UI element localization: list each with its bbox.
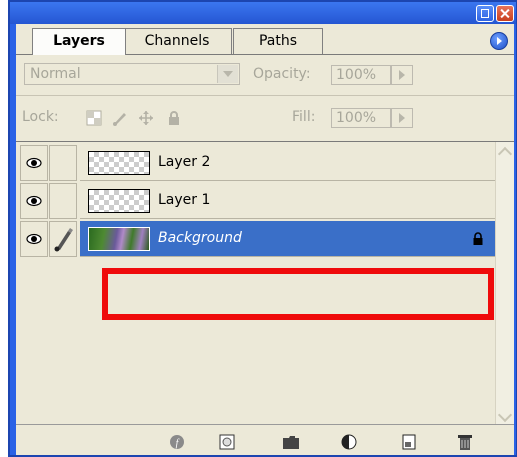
- tab-layers[interactable]: Layers: [32, 28, 126, 55]
- opacity-field[interactable]: 100%: [331, 65, 391, 85]
- layer-body[interactable]: Layer 1: [80, 183, 496, 219]
- lock-transparent-icon[interactable]: [86, 110, 102, 126]
- fill-field[interactable]: 100%: [331, 108, 391, 128]
- mask-icon[interactable]: [218, 433, 236, 451]
- layer-body[interactable]: Layer 2: [80, 145, 496, 181]
- link-cell[interactable]: [49, 221, 77, 257]
- layer-row-background[interactable]: Background: [16, 220, 496, 258]
- paintbrush-icon: [54, 228, 73, 252]
- opacity-slider-button[interactable]: [391, 65, 413, 85]
- trash-icon[interactable]: [456, 433, 474, 451]
- eye-icon: [26, 157, 42, 169]
- visibility-toggle[interactable]: [20, 145, 48, 181]
- fill-label: Fill:: [292, 109, 316, 125]
- link-cell[interactable]: [49, 145, 77, 181]
- layer-name: Layer 2: [158, 154, 211, 170]
- layer-style-icon[interactable]: f: [168, 433, 186, 451]
- blend-mode-select[interactable]: Normal: [24, 63, 240, 85]
- layer-list-scrollbar[interactable]: [495, 142, 514, 425]
- lock-move-icon[interactable]: [138, 110, 154, 126]
- chevron-down-icon[interactable]: [217, 65, 238, 83]
- fill-slider-button[interactable]: [391, 108, 413, 128]
- palette-menu-icon[interactable]: [490, 32, 508, 50]
- lock-label: Lock:: [22, 109, 59, 125]
- tab-channels[interactable]: Channels: [122, 28, 232, 54]
- new-layer-icon[interactable]: [400, 433, 418, 451]
- layers-palette-window: Layers Channels Paths Normal Opacity: 10…: [8, 0, 517, 457]
- layer-thumbnail: [88, 227, 150, 251]
- layer-body[interactable]: Background: [80, 221, 496, 257]
- title-bar: [10, 2, 516, 24]
- layer-name: Layer 1: [158, 192, 211, 208]
- lock-all-icon[interactable]: [166, 110, 182, 126]
- link-cell[interactable]: [49, 183, 77, 219]
- visibility-toggle[interactable]: [20, 183, 48, 219]
- layers-panel: Layers Channels Paths Normal Opacity: 10…: [16, 24, 514, 455]
- palette-button-bar: f: [16, 424, 514, 455]
- layer-row[interactable]: Layer 1: [16, 182, 496, 220]
- layer-row[interactable]: Layer 2: [16, 144, 496, 182]
- lock-brush-icon[interactable]: [112, 110, 128, 126]
- opacity-label: Opacity:: [253, 66, 311, 82]
- layer-name: Background: [158, 230, 242, 246]
- scroll-down-icon[interactable]: [496, 407, 514, 425]
- eye-icon: [26, 195, 42, 207]
- lock-row: Lock: Fill: 100%: [16, 96, 514, 142]
- palette-tabs: Layers Channels Paths: [16, 24, 514, 55]
- lock-icon: [473, 232, 483, 245]
- blend-row: Normal Opacity: 100%: [16, 55, 514, 96]
- layer-list: Layer 2 Layer 1 Background: [16, 142, 514, 425]
- layer-thumbnail: [88, 151, 150, 175]
- new-group-icon[interactable]: [282, 433, 300, 451]
- minimize-icon[interactable]: [476, 5, 494, 22]
- adjustment-layer-icon[interactable]: [340, 433, 358, 451]
- close-icon[interactable]: [496, 5, 514, 22]
- eye-icon: [26, 233, 42, 245]
- tab-paths[interactable]: Paths: [233, 28, 323, 54]
- visibility-toggle[interactable]: [20, 221, 48, 257]
- blend-mode-value: Normal: [30, 66, 81, 82]
- scroll-up-icon[interactable]: [496, 142, 514, 160]
- layer-thumbnail: [88, 189, 150, 213]
